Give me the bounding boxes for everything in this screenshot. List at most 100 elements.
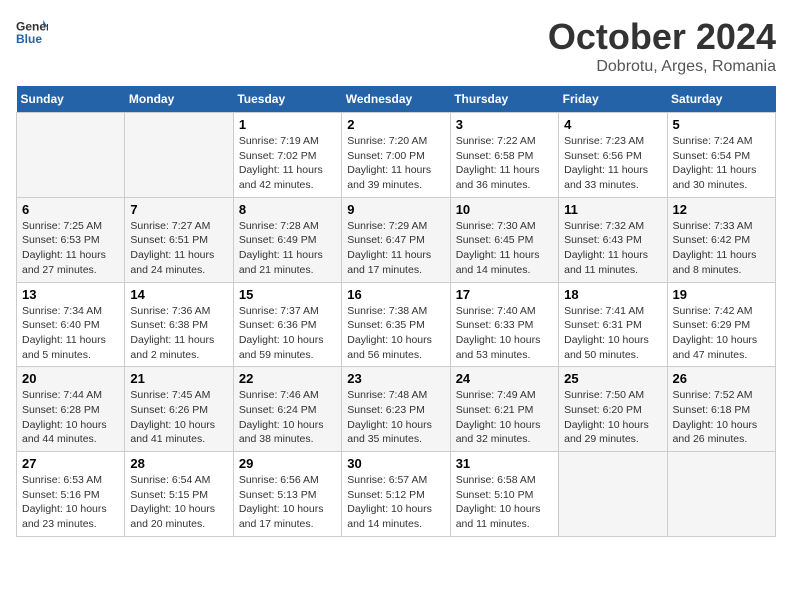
day-number: 14 [130,287,227,302]
calendar-cell [667,452,775,537]
day-number: 28 [130,456,227,471]
calendar-cell: 21 Sunrise: 7:45 AM Sunset: 6:26 PM Dayli… [125,367,233,452]
month-title: October 2024 [548,16,776,58]
day-number: 24 [456,371,553,386]
calendar-cell: 1 Sunrise: 7:19 AM Sunset: 7:02 PM Daylig… [233,113,341,198]
calendar-week-row: 27 Sunrise: 6:53 AM Sunset: 5:16 PM Dayli… [17,452,776,537]
day-info: Sunrise: 7:19 AM Sunset: 7:02 PM Dayligh… [239,134,336,193]
day-number: 7 [130,202,227,217]
day-info: Sunrise: 7:44 AM Sunset: 6:28 PM Dayligh… [22,388,119,447]
day-number: 12 [673,202,770,217]
day-of-week-header: Friday [559,86,667,113]
calendar-week-row: 13 Sunrise: 7:34 AM Sunset: 6:40 PM Dayli… [17,282,776,367]
logo: General Blue [16,16,48,48]
day-info: Sunrise: 7:42 AM Sunset: 6:29 PM Dayligh… [673,304,770,363]
day-number: 4 [564,117,661,132]
day-info: Sunrise: 7:29 AM Sunset: 6:47 PM Dayligh… [347,219,444,278]
day-number: 6 [22,202,119,217]
title-block: October 2024 Dobrotu, Arges, Romania [548,16,776,76]
calendar-cell: 27 Sunrise: 6:53 AM Sunset: 5:16 PM Dayli… [17,452,125,537]
day-info: Sunrise: 7:28 AM Sunset: 6:49 PM Dayligh… [239,219,336,278]
day-number: 1 [239,117,336,132]
calendar-cell: 15Sunrise: 7:37 AM Sunset: 6:36 PM Dayli… [233,282,341,367]
calendar-cell: 25 Sunrise: 7:50 AM Sunset: 6:20 PM Dayli… [559,367,667,452]
day-number: 11 [564,202,661,217]
day-number: 13 [22,287,119,302]
calendar-cell [559,452,667,537]
day-number: 31 [456,456,553,471]
calendar-cell: 31Sunrise: 6:58 AM Sunset: 5:10 PM Dayli… [450,452,558,537]
day-number: 23 [347,371,444,386]
day-info: Sunrise: 6:54 AM Sunset: 5:15 PM Dayligh… [130,473,227,532]
calendar-cell: 7 Sunrise: 7:27 AM Sunset: 6:51 PM Daylig… [125,197,233,282]
location-subtitle: Dobrotu, Arges, Romania [548,58,776,76]
day-info: Sunrise: 7:36 AM Sunset: 6:38 PM Dayligh… [130,304,227,363]
day-info: Sunrise: 7:22 AM Sunset: 6:58 PM Dayligh… [456,134,553,193]
day-of-week-header: Tuesday [233,86,341,113]
day-info: Sunrise: 6:56 AM Sunset: 5:13 PM Dayligh… [239,473,336,532]
calendar-week-row: 1 Sunrise: 7:19 AM Sunset: 7:02 PM Daylig… [17,113,776,198]
calendar-header-row: SundayMondayTuesdayWednesdayThursdayFrid… [17,86,776,113]
day-number: 5 [673,117,770,132]
day-of-week-header: Saturday [667,86,775,113]
day-number: 2 [347,117,444,132]
calendar-cell: 13 Sunrise: 7:34 AM Sunset: 6:40 PM Dayli… [17,282,125,367]
day-number: 26 [673,371,770,386]
calendar-cell: 30Sunrise: 6:57 AM Sunset: 5:12 PM Dayli… [342,452,450,537]
calendar-cell [125,113,233,198]
calendar-cell: 8 Sunrise: 7:28 AM Sunset: 6:49 PM Daylig… [233,197,341,282]
day-of-week-header: Sunday [17,86,125,113]
day-number: 9 [347,202,444,217]
calendar-cell: 5 Sunrise: 7:24 AM Sunset: 6:54 PM Daylig… [667,113,775,198]
day-number: 3 [456,117,553,132]
calendar-cell: 3 Sunrise: 7:22 AM Sunset: 6:58 PM Daylig… [450,113,558,198]
calendar-cell: 14 Sunrise: 7:36 AM Sunset: 6:38 PM Dayli… [125,282,233,367]
day-info: Sunrise: 7:32 AM Sunset: 6:43 PM Dayligh… [564,219,661,278]
day-info: Sunrise: 7:25 AM Sunset: 6:53 PM Dayligh… [22,219,119,278]
day-info: Sunrise: 7:45 AM Sunset: 6:26 PM Dayligh… [130,388,227,447]
day-info: Sunrise: 6:57 AM Sunset: 5:12 PM Dayligh… [347,473,444,532]
calendar-cell: 26Sunrise: 7:52 AM Sunset: 6:18 PM Dayli… [667,367,775,452]
calendar-cell: 28 Sunrise: 6:54 AM Sunset: 5:15 PM Dayli… [125,452,233,537]
calendar-cell: 12 Sunrise: 7:33 AM Sunset: 6:42 PM Dayli… [667,197,775,282]
day-number: 16 [347,287,444,302]
day-info: Sunrise: 7:49 AM Sunset: 6:21 PM Dayligh… [456,388,553,447]
day-of-week-header: Wednesday [342,86,450,113]
day-info: Sunrise: 7:46 AM Sunset: 6:24 PM Dayligh… [239,388,336,447]
day-info: Sunrise: 7:27 AM Sunset: 6:51 PM Dayligh… [130,219,227,278]
day-number: 25 [564,371,661,386]
day-info: Sunrise: 7:48 AM Sunset: 6:23 PM Dayligh… [347,388,444,447]
day-info: Sunrise: 7:24 AM Sunset: 6:54 PM Dayligh… [673,134,770,193]
day-number: 29 [239,456,336,471]
calendar-week-row: 6 Sunrise: 7:25 AM Sunset: 6:53 PM Daylig… [17,197,776,282]
calendar-cell: 19 Sunrise: 7:42 AM Sunset: 6:29 PM Dayli… [667,282,775,367]
calendar-cell: 17Sunrise: 7:40 AM Sunset: 6:33 PM Dayli… [450,282,558,367]
day-of-week-header: Monday [125,86,233,113]
day-number: 19 [673,287,770,302]
day-of-week-header: Thursday [450,86,558,113]
day-info: Sunrise: 7:33 AM Sunset: 6:42 PM Dayligh… [673,219,770,278]
calendar-cell: 18Sunrise: 7:41 AM Sunset: 6:31 PM Dayli… [559,282,667,367]
calendar-cell: 29 Sunrise: 6:56 AM Sunset: 5:13 PM Dayli… [233,452,341,537]
day-info: Sunrise: 7:50 AM Sunset: 6:20 PM Dayligh… [564,388,661,447]
calendar-cell: 22Sunrise: 7:46 AM Sunset: 6:24 PM Dayli… [233,367,341,452]
calendar-cell: 20 Sunrise: 7:44 AM Sunset: 6:28 PM Dayli… [17,367,125,452]
day-number: 21 [130,371,227,386]
calendar-cell: 9 Sunrise: 7:29 AM Sunset: 6:47 PM Daylig… [342,197,450,282]
calendar-cell: 6 Sunrise: 7:25 AM Sunset: 6:53 PM Daylig… [17,197,125,282]
day-number: 20 [22,371,119,386]
day-info: Sunrise: 7:37 AM Sunset: 6:36 PM Dayligh… [239,304,336,363]
calendar-cell: 10Sunrise: 7:30 AM Sunset: 6:45 PM Dayli… [450,197,558,282]
day-info: Sunrise: 7:34 AM Sunset: 6:40 PM Dayligh… [22,304,119,363]
day-number: 8 [239,202,336,217]
day-info: Sunrise: 7:23 AM Sunset: 6:56 PM Dayligh… [564,134,661,193]
day-info: Sunrise: 7:40 AM Sunset: 6:33 PM Dayligh… [456,304,553,363]
calendar-cell: 16Sunrise: 7:38 AM Sunset: 6:35 PM Dayli… [342,282,450,367]
calendar-week-row: 20 Sunrise: 7:44 AM Sunset: 6:28 PM Dayli… [17,367,776,452]
day-info: Sunrise: 6:53 AM Sunset: 5:16 PM Dayligh… [22,473,119,532]
day-number: 18 [564,287,661,302]
day-number: 27 [22,456,119,471]
calendar-cell: 24 Sunrise: 7:49 AM Sunset: 6:21 PM Dayli… [450,367,558,452]
calendar-body: 1 Sunrise: 7:19 AM Sunset: 7:02 PM Daylig… [17,113,776,537]
calendar-cell: 4 Sunrise: 7:23 AM Sunset: 6:56 PM Daylig… [559,113,667,198]
